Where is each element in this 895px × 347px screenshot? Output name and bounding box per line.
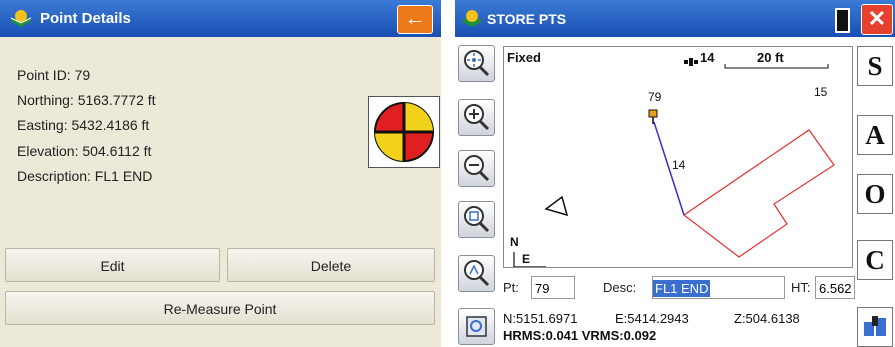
remeasure-point-button[interactable]: Re-Measure Point [5, 291, 435, 325]
map-canvas [513, 64, 835, 267]
desc-label: Desc: [603, 280, 637, 295]
point-details-window: Point Details ← Point ID: 79 Northing: 5… [0, 0, 441, 347]
zoom-extents-icon[interactable] [458, 255, 495, 292]
title-bar: Point Details ← [0, 0, 441, 37]
map-view[interactable]: Fixed 14 20 ft 79 15 14 N E [503, 46, 853, 268]
window-title: STORE PTS [487, 11, 567, 27]
elevation-value: Elevation: 504.6112 ft [17, 143, 152, 159]
description-field[interactable]: FL1 END [652, 276, 785, 299]
back-arrow-icon[interactable]: ← [397, 5, 433, 34]
edit-button[interactable]: Edit [5, 248, 220, 282]
info-icon[interactable] [857, 307, 893, 347]
easting-readout: E:5414.2943 [615, 311, 689, 326]
rms-readout: HRMS:0.041 VRMS:0.092 [503, 328, 657, 343]
point-79-marker [648, 109, 658, 118]
app-logo-icon [10, 10, 32, 27]
northing-readout: N:5151.6971 [503, 311, 578, 326]
easting-value: Easting: 5432.4186 ft [17, 117, 150, 133]
offset-button[interactable]: O [857, 174, 893, 214]
zoom-out-icon[interactable] [458, 150, 495, 187]
current-position-icon [544, 195, 569, 217]
app-logo-icon [461, 10, 483, 27]
close-button[interactable]: ✕ [861, 4, 893, 35]
boundary-polygon [682, 129, 835, 258]
continuous-button[interactable]: C [857, 240, 893, 280]
zoom-center-icon[interactable] [458, 45, 495, 82]
battery-icon [835, 8, 850, 33]
point-symbol-icon [368, 96, 440, 168]
store-button[interactable]: S [857, 46, 893, 86]
northing-value: Northing: 5163.7772 ft [17, 92, 156, 108]
height-field[interactable]: 6.562 [815, 276, 855, 299]
scale-bar [724, 64, 829, 69]
point-number-field[interactable]: 79 [531, 276, 575, 299]
ht-label: HT: [791, 280, 811, 295]
zoom-window-icon[interactable] [458, 201, 495, 238]
description-value: Description: FL1 END [17, 168, 153, 184]
average-button[interactable]: A [857, 115, 893, 155]
store-points-window: STORE PTS ✕ Fixed 14 20 ft 79 15 14 N E … [455, 0, 895, 347]
window-title: Point Details [40, 10, 131, 27]
delete-button[interactable]: Delete [227, 248, 435, 282]
title-bar: STORE PTS ✕ [455, 0, 895, 37]
zoom-in-icon[interactable] [458, 99, 495, 136]
map-settings-icon[interactable] [458, 308, 495, 345]
point-id: Point ID: 79 [17, 67, 91, 83]
north-label: N [510, 235, 519, 249]
elevation-readout: Z:504.6138 [734, 311, 800, 326]
description-value: FL1 END [653, 280, 711, 297]
pt-label: Pt: [503, 280, 519, 295]
point-label-15: 15 [814, 85, 828, 99]
point-label-14: 14 [672, 158, 686, 172]
point-label-79: 79 [648, 90, 662, 104]
east-label: E [522, 252, 531, 266]
